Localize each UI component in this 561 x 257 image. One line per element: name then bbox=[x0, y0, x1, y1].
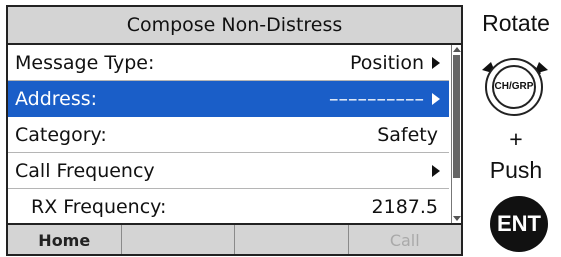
push-label: Push bbox=[489, 157, 543, 183]
triangle-right-icon bbox=[432, 57, 440, 69]
row-value: 2187.5 bbox=[371, 196, 438, 218]
softkey-call[interactable]: Call bbox=[349, 225, 462, 254]
lcd-screen: Compose Non-Distress Message Type: Posit… bbox=[6, 5, 463, 256]
scroll-down-arrow-icon bbox=[453, 216, 461, 221]
row-label: RX Frequency: bbox=[31, 196, 167, 218]
rotate-label: Rotate bbox=[482, 10, 550, 36]
menu-list: Message Type: Position Address: ––––––––… bbox=[8, 45, 449, 225]
menu-row-rx-frequency[interactable]: RX Frequency: 2187.5 bbox=[8, 189, 449, 225]
softkey-home[interactable]: Home bbox=[8, 225, 122, 254]
scroll-thumb[interactable] bbox=[453, 55, 460, 178]
row-label: Call Frequency bbox=[15, 160, 155, 182]
row-label: Message Type: bbox=[15, 52, 155, 74]
knob-label: CH/GRP bbox=[492, 65, 536, 109]
softkey-2[interactable] bbox=[122, 225, 235, 254]
row-value: Position bbox=[350, 52, 424, 74]
row-value: Safety bbox=[377, 124, 438, 146]
softkey-3[interactable] bbox=[235, 225, 349, 254]
screen-title: Compose Non-Distress bbox=[8, 7, 461, 45]
triangle-right-icon bbox=[432, 165, 440, 177]
rotary-dial-icon: CH/GRP bbox=[476, 40, 556, 126]
scroll-up-arrow-icon bbox=[453, 47, 461, 52]
ent-key-icon[interactable]: ENT bbox=[490, 196, 548, 252]
scrollbar[interactable] bbox=[451, 45, 461, 223]
menu-row-address[interactable]: Address: –––––––––– bbox=[8, 81, 449, 117]
scroll-track bbox=[453, 55, 460, 213]
row-label: Address: bbox=[15, 88, 98, 110]
triangle-right-icon bbox=[432, 93, 440, 105]
menu-row-message-type[interactable]: Message Type: Position bbox=[8, 45, 449, 81]
row-value: –––––––––– bbox=[329, 88, 424, 110]
softkey-bar: Home Call bbox=[8, 223, 462, 254]
channel-knob[interactable]: CH/GRP bbox=[485, 58, 543, 116]
plus-label: + bbox=[509, 126, 523, 152]
menu-row-call-frequency[interactable]: Call Frequency bbox=[8, 153, 449, 189]
row-label: Category: bbox=[15, 124, 107, 146]
menu-row-category[interactable]: Category: Safety bbox=[8, 117, 449, 153]
